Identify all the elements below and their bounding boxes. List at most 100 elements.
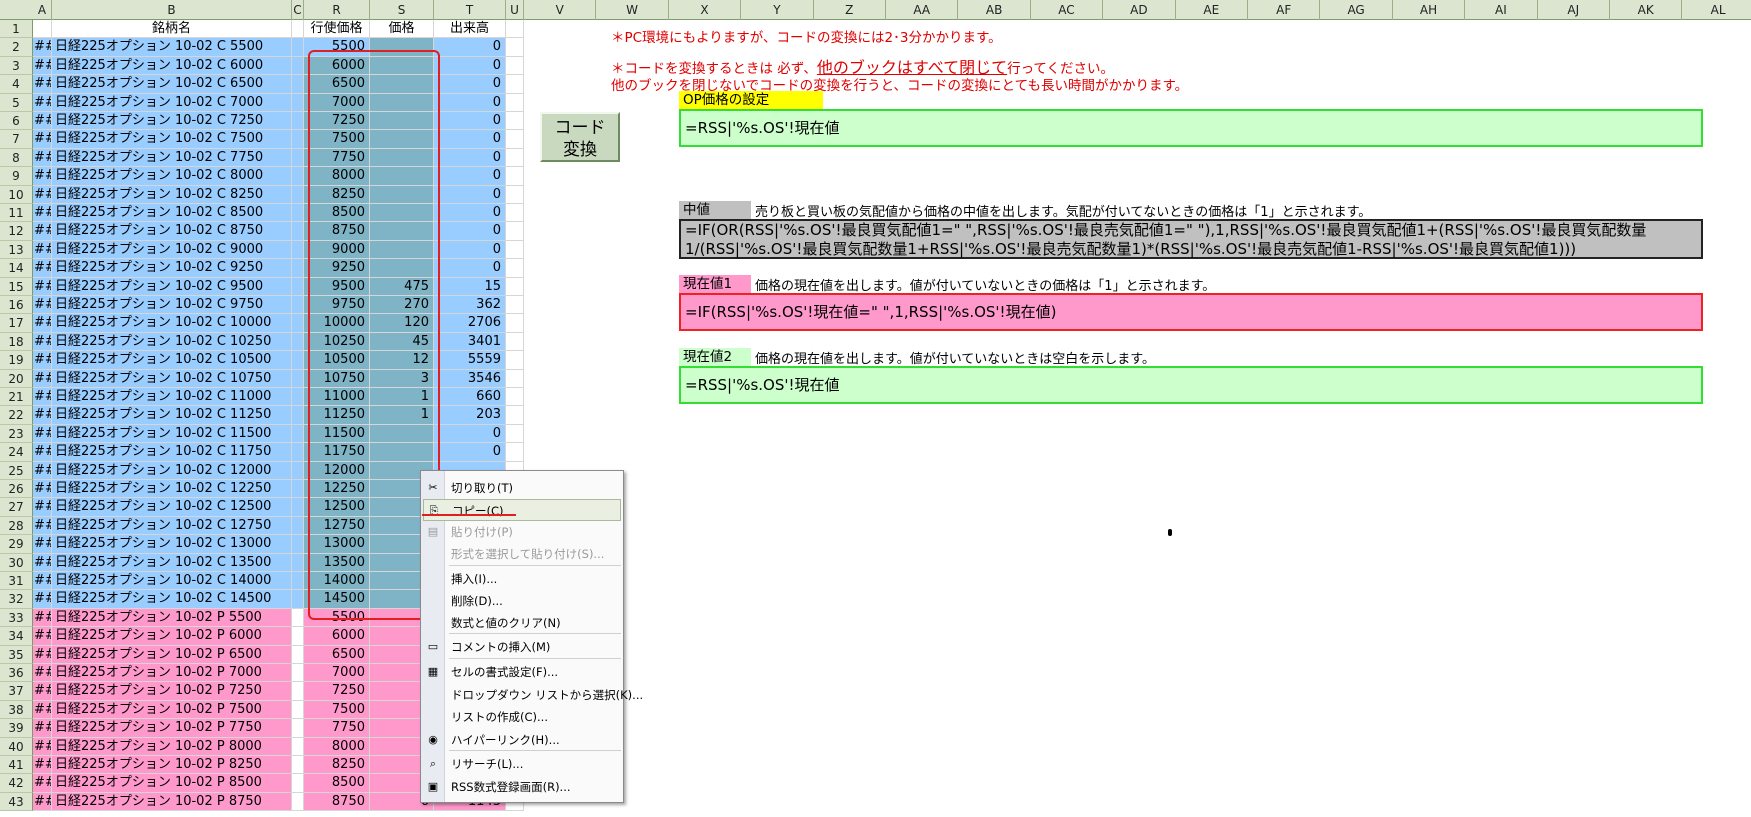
cell-a[interactable]: ## bbox=[33, 277, 52, 296]
cell-u[interactable] bbox=[506, 259, 524, 278]
row-header[interactable]: 12 bbox=[0, 222, 33, 241]
cell-a[interactable]: ## bbox=[33, 314, 52, 333]
cell-c[interactable] bbox=[292, 148, 304, 168]
cell-volume[interactable]: 0 bbox=[434, 185, 506, 204]
cell-c[interactable] bbox=[292, 388, 304, 407]
cell-c[interactable] bbox=[292, 774, 304, 793]
cell-name[interactable]: 日経225オプション 10-02 C 11000 bbox=[52, 388, 292, 407]
cell-c[interactable] bbox=[292, 645, 304, 664]
row-header[interactable]: 23 bbox=[0, 424, 33, 444]
price-column-header[interactable]: 価格 bbox=[370, 20, 434, 39]
cell-strike[interactable]: 12750 bbox=[304, 516, 370, 536]
row-header[interactable]: 40 bbox=[0, 737, 33, 756]
cell-c[interactable] bbox=[292, 20, 304, 39]
cell-volume[interactable]: 362 bbox=[434, 296, 506, 315]
cell-a[interactable]: ## bbox=[33, 774, 52, 793]
name-column-header[interactable]: 銘柄名 bbox=[52, 20, 292, 39]
cell-a[interactable]: ## bbox=[33, 443, 52, 462]
cell-c[interactable] bbox=[292, 443, 304, 462]
row-header[interactable]: 38 bbox=[0, 700, 33, 720]
cell-c[interactable] bbox=[292, 185, 304, 204]
cell-strike[interactable]: 7250 bbox=[304, 112, 370, 131]
cell-a[interactable]: ## bbox=[33, 461, 52, 480]
cell-c[interactable] bbox=[292, 112, 304, 131]
row-header[interactable]: 5 bbox=[0, 93, 33, 112]
row-header[interactable]: 37 bbox=[0, 682, 33, 701]
cell-name[interactable]: 日経225オプション 10-02 C 7750 bbox=[52, 148, 292, 168]
cell-price[interactable]: 3 bbox=[370, 369, 434, 388]
cell-price[interactable] bbox=[370, 93, 434, 112]
cell-a[interactable]: ## bbox=[33, 185, 52, 204]
cell-name[interactable]: 日経225オプション 10-02 C 14500 bbox=[52, 590, 292, 609]
cell-strike[interactable]: 10750 bbox=[304, 369, 370, 388]
row-header[interactable]: 1 bbox=[0, 20, 33, 39]
cell-u[interactable] bbox=[506, 443, 524, 462]
row-header[interactable]: 13 bbox=[0, 240, 33, 260]
menu-item-pick-from-list[interactable]: ドロップダウン リストから選択(K)... bbox=[423, 684, 643, 706]
cell-name[interactable]: 日経225オプション 10-02 P 5500 bbox=[52, 608, 292, 628]
cell-u[interactable] bbox=[506, 296, 524, 315]
cell-name[interactable]: 日経225オプション 10-02 C 12750 bbox=[52, 516, 292, 536]
column-header-x[interactable]: X bbox=[669, 0, 742, 20]
cell-volume[interactable]: 0 bbox=[434, 93, 506, 112]
cell-name[interactable]: 日経225オプション 10-02 C 6500 bbox=[52, 75, 292, 94]
cell-price[interactable] bbox=[370, 259, 434, 278]
cell-name[interactable]: 日経225オプション 10-02 C 7000 bbox=[52, 93, 292, 112]
cell-c[interactable] bbox=[292, 369, 304, 388]
cell-a[interactable]: ## bbox=[33, 259, 52, 278]
cell-volume[interactable]: 0 bbox=[434, 167, 506, 186]
cell-price[interactable]: 270 bbox=[370, 296, 434, 315]
cell-strike[interactable]: 13000 bbox=[304, 535, 370, 554]
row-header[interactable]: 22 bbox=[0, 406, 33, 425]
cell-volume[interactable]: 3546 bbox=[434, 369, 506, 388]
cell-price[interactable] bbox=[370, 130, 434, 149]
op-setting-formula-cell[interactable]: =RSS|'%s.OS'!現在値 bbox=[679, 109, 1703, 147]
row-header[interactable]: 25 bbox=[0, 461, 33, 480]
cell-c[interactable] bbox=[292, 167, 304, 186]
row-header[interactable]: 7 bbox=[0, 130, 33, 149]
mid-formula-cell[interactable]: =IF(OR(RSS|'%s.OS'!最良買気配値1=" ",RSS|'%s.O… bbox=[679, 219, 1703, 259]
cell-c[interactable] bbox=[292, 756, 304, 775]
cell-strike[interactable]: 14500 bbox=[304, 590, 370, 609]
row-header[interactable]: 6 bbox=[0, 112, 33, 131]
cell-name[interactable]: 日経225オプション 10-02 C 12250 bbox=[52, 480, 292, 499]
cell-strike[interactable]: 12000 bbox=[304, 461, 370, 480]
cell-name[interactable]: 日経225オプション 10-02 C 10250 bbox=[52, 332, 292, 352]
cell-strike[interactable]: 6500 bbox=[304, 645, 370, 664]
cell-name[interactable]: 日経225オプション 10-02 C 9750 bbox=[52, 296, 292, 315]
cell-price[interactable]: 1 bbox=[370, 406, 434, 425]
column-header-aj[interactable]: AJ bbox=[1538, 0, 1610, 20]
cell-name[interactable]: 日経225オプション 10-02 C 5500 bbox=[52, 38, 292, 57]
row-header[interactable]: 41 bbox=[0, 756, 33, 775]
cell-u[interactable] bbox=[506, 148, 524, 168]
column-header-u[interactable]: U bbox=[506, 0, 524, 20]
row-header[interactable]: 31 bbox=[0, 572, 33, 591]
code-convert-button[interactable]: コード 変換 bbox=[540, 112, 620, 162]
cell-a[interactable]: ## bbox=[33, 516, 52, 536]
cell-c[interactable] bbox=[292, 516, 304, 536]
column-header-c[interactable]: C bbox=[292, 0, 304, 20]
cell-name[interactable]: 日経225オプション 10-02 C 13000 bbox=[52, 535, 292, 554]
cell-c[interactable] bbox=[292, 608, 304, 628]
cell-a[interactable]: ## bbox=[33, 148, 52, 168]
cell-strike[interactable]: 6500 bbox=[304, 75, 370, 94]
cell-price[interactable] bbox=[370, 424, 434, 444]
cell-name[interactable]: 日経225オプション 10-02 P 8500 bbox=[52, 774, 292, 793]
cell-strike[interactable]: 11750 bbox=[304, 443, 370, 462]
cell-strike[interactable]: 7750 bbox=[304, 719, 370, 738]
menu-item-format-cells[interactable]: ▦ セルの書式設定(F)... bbox=[423, 661, 621, 683]
cell-strike[interactable]: 8750 bbox=[304, 222, 370, 241]
cell-volume[interactable]: 0 bbox=[434, 204, 506, 223]
row-header[interactable]: 43 bbox=[0, 792, 33, 812]
cell-c[interactable] bbox=[292, 296, 304, 315]
cell-u[interactable] bbox=[506, 75, 524, 94]
column-header-ab[interactable]: AB bbox=[958, 0, 1031, 20]
cell-volume[interactable]: 0 bbox=[434, 240, 506, 260]
cell-name[interactable]: 日経225オプション 10-02 C 8500 bbox=[52, 204, 292, 223]
cell-a[interactable]: ## bbox=[33, 240, 52, 260]
row-header[interactable]: 20 bbox=[0, 369, 33, 388]
cell-a[interactable]: ## bbox=[33, 682, 52, 701]
column-header-ai[interactable]: AI bbox=[1465, 0, 1538, 20]
cell-price[interactable] bbox=[370, 240, 434, 260]
cell-strike[interactable]: 11000 bbox=[304, 388, 370, 407]
